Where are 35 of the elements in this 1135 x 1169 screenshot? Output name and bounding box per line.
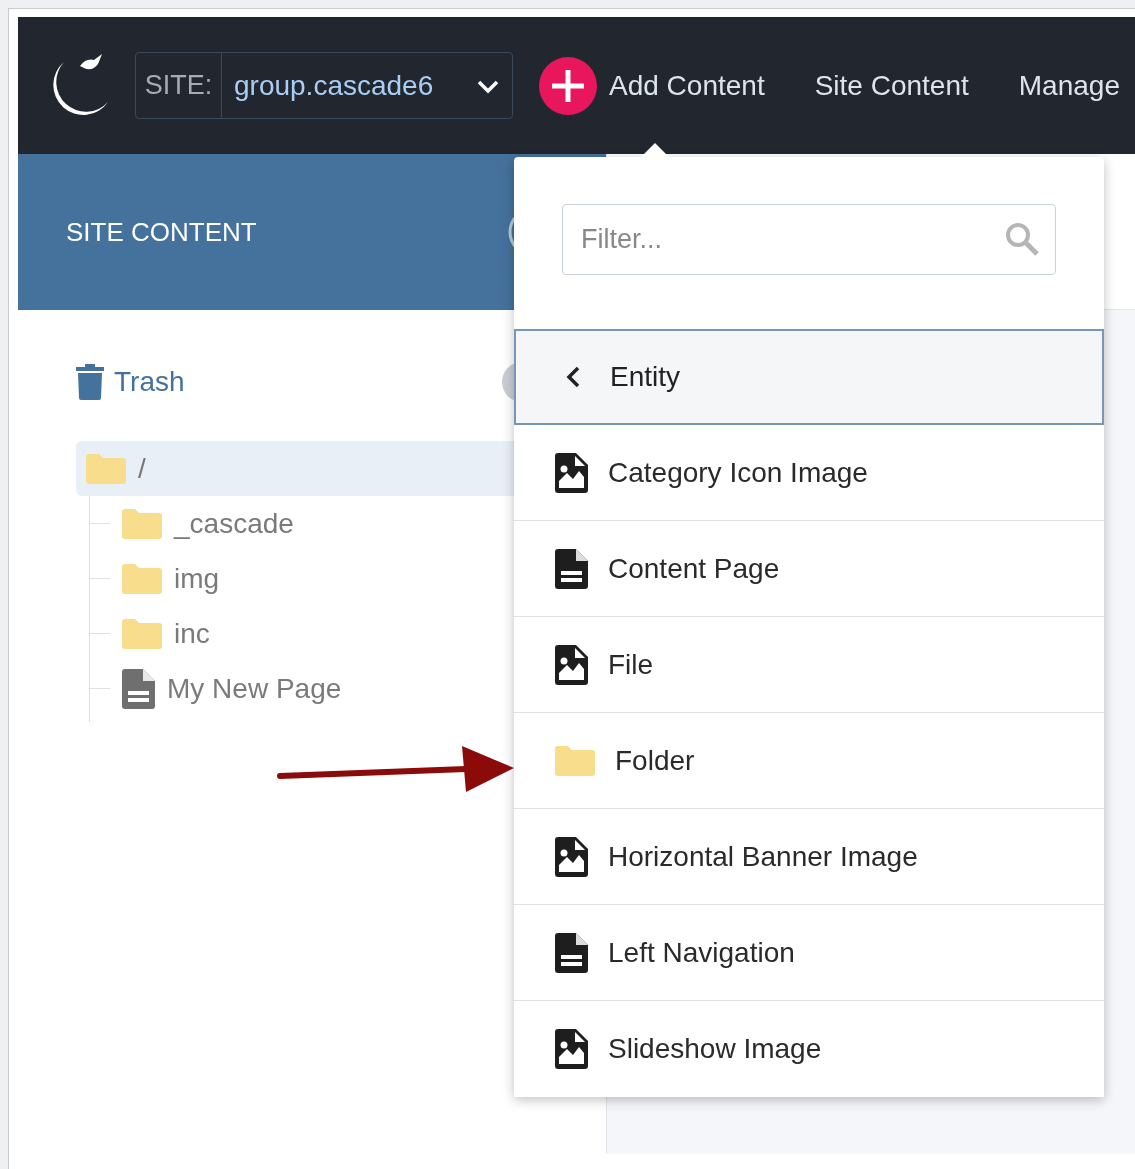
nav-link[interactable]: Site Content xyxy=(814,69,969,102)
plus-icon xyxy=(539,56,597,115)
tree-item[interactable]: img xyxy=(174,562,220,595)
menu-item[interactable]: File xyxy=(514,617,1104,713)
folder-icon xyxy=(86,453,126,484)
folder-icon xyxy=(555,745,595,776)
nav-link[interactable]: Manage xyxy=(1018,69,1120,102)
menu-item[interactable]: Horizontal Banner Image xyxy=(514,809,1104,905)
menu-item[interactable]: Folder xyxy=(514,713,1104,809)
menu-item[interactable]: Category Icon Image xyxy=(514,425,1104,521)
image-file-icon xyxy=(555,836,588,877)
filter-field[interactable]: Filter... xyxy=(562,204,1056,275)
image-file-icon xyxy=(555,644,588,685)
image-file-icon xyxy=(555,452,588,493)
menu-item[interactable]: Slideshow Image xyxy=(514,1001,1104,1097)
document-icon xyxy=(555,932,588,973)
tree-item[interactable]: _cascade xyxy=(174,507,294,540)
folder-icon xyxy=(122,618,162,649)
nav-link[interactable]: Add Content xyxy=(539,56,765,115)
document-icon xyxy=(555,548,588,589)
panel-title: SITE CONTENT xyxy=(66,216,257,248)
tree-item[interactable]: My New Page xyxy=(167,672,342,705)
tree-item-label: / xyxy=(138,452,146,485)
document-icon xyxy=(122,668,155,709)
search-icon xyxy=(1004,221,1040,257)
image-file-icon xyxy=(555,1029,588,1069)
menu-item[interactable]: Left Navigation xyxy=(514,905,1104,1001)
trash-icon xyxy=(76,364,104,400)
chevron-left-icon xyxy=(566,365,582,389)
folder-icon xyxy=(122,563,162,594)
menu-item[interactable]: Content Page xyxy=(514,521,1104,617)
folder-icon xyxy=(122,508,162,539)
trash-link[interactable]: Trash xyxy=(76,364,185,400)
back-menu-item[interactable]: Entity xyxy=(514,329,1104,425)
tree-item[interactable]: inc xyxy=(174,617,210,650)
